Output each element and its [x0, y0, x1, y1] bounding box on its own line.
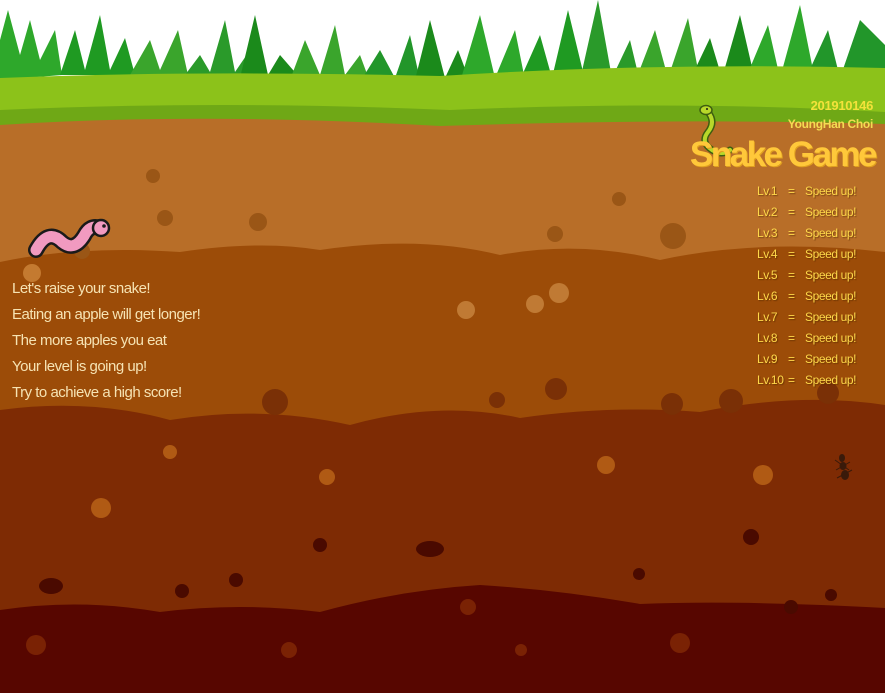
level-label: Lv.7: [757, 310, 778, 324]
level-effect: Speed up!: [805, 226, 857, 240]
instruction-line: The more apples you eat: [12, 332, 167, 349]
level-eq: =: [788, 205, 795, 219]
level-effect: Speed up!: [805, 310, 857, 324]
instruction-line: Try to achieve a high score!: [12, 384, 182, 401]
level-effect: Speed up!: [805, 205, 857, 219]
level-label: Lv.9: [757, 352, 778, 366]
student-id: 201910146: [810, 98, 874, 113]
level-eq: =: [788, 331, 795, 345]
level-label: Lv.3: [757, 226, 778, 240]
level-label: Lv.10: [757, 373, 784, 387]
credits: 201910146 YoungHan Choi: [787, 98, 874, 131]
level-effect: Speed up!: [805, 373, 857, 387]
level-label: Lv.5: [757, 268, 778, 282]
level-eq: =: [788, 247, 795, 261]
level-label: Lv.1: [757, 184, 778, 198]
game-title: Snake Game: [689, 135, 878, 174]
level-label: Lv.2: [757, 205, 778, 219]
instruction-line: Eating an apple will get longer!: [12, 306, 201, 323]
level-effect: Speed up!: [805, 247, 857, 261]
level-eq: =: [788, 352, 795, 366]
level-label: Lv.6: [757, 289, 778, 303]
level-effect: Speed up!: [805, 352, 857, 366]
level-effect: Speed up!: [805, 268, 857, 282]
level-label: Lv.8: [757, 331, 778, 345]
level-label: Lv.4: [757, 247, 778, 261]
level-effect: Speed up!: [805, 331, 857, 345]
level-effect: Speed up!: [805, 289, 857, 303]
level-eq: =: [788, 373, 795, 387]
author-name: YoungHan Choi: [787, 117, 874, 131]
level-eq: =: [788, 226, 795, 240]
instructions: Let's raise your snake! Eating an apple …: [12, 276, 201, 406]
level-eq: =: [788, 289, 795, 303]
level-eq: =: [788, 310, 795, 324]
level-eq: =: [788, 268, 795, 282]
level-effect: Speed up!: [805, 184, 857, 198]
instruction-line: Let's raise your snake!: [12, 280, 151, 297]
instruction-line: Your level is going up!: [12, 358, 147, 375]
level-eq: =: [788, 184, 795, 198]
